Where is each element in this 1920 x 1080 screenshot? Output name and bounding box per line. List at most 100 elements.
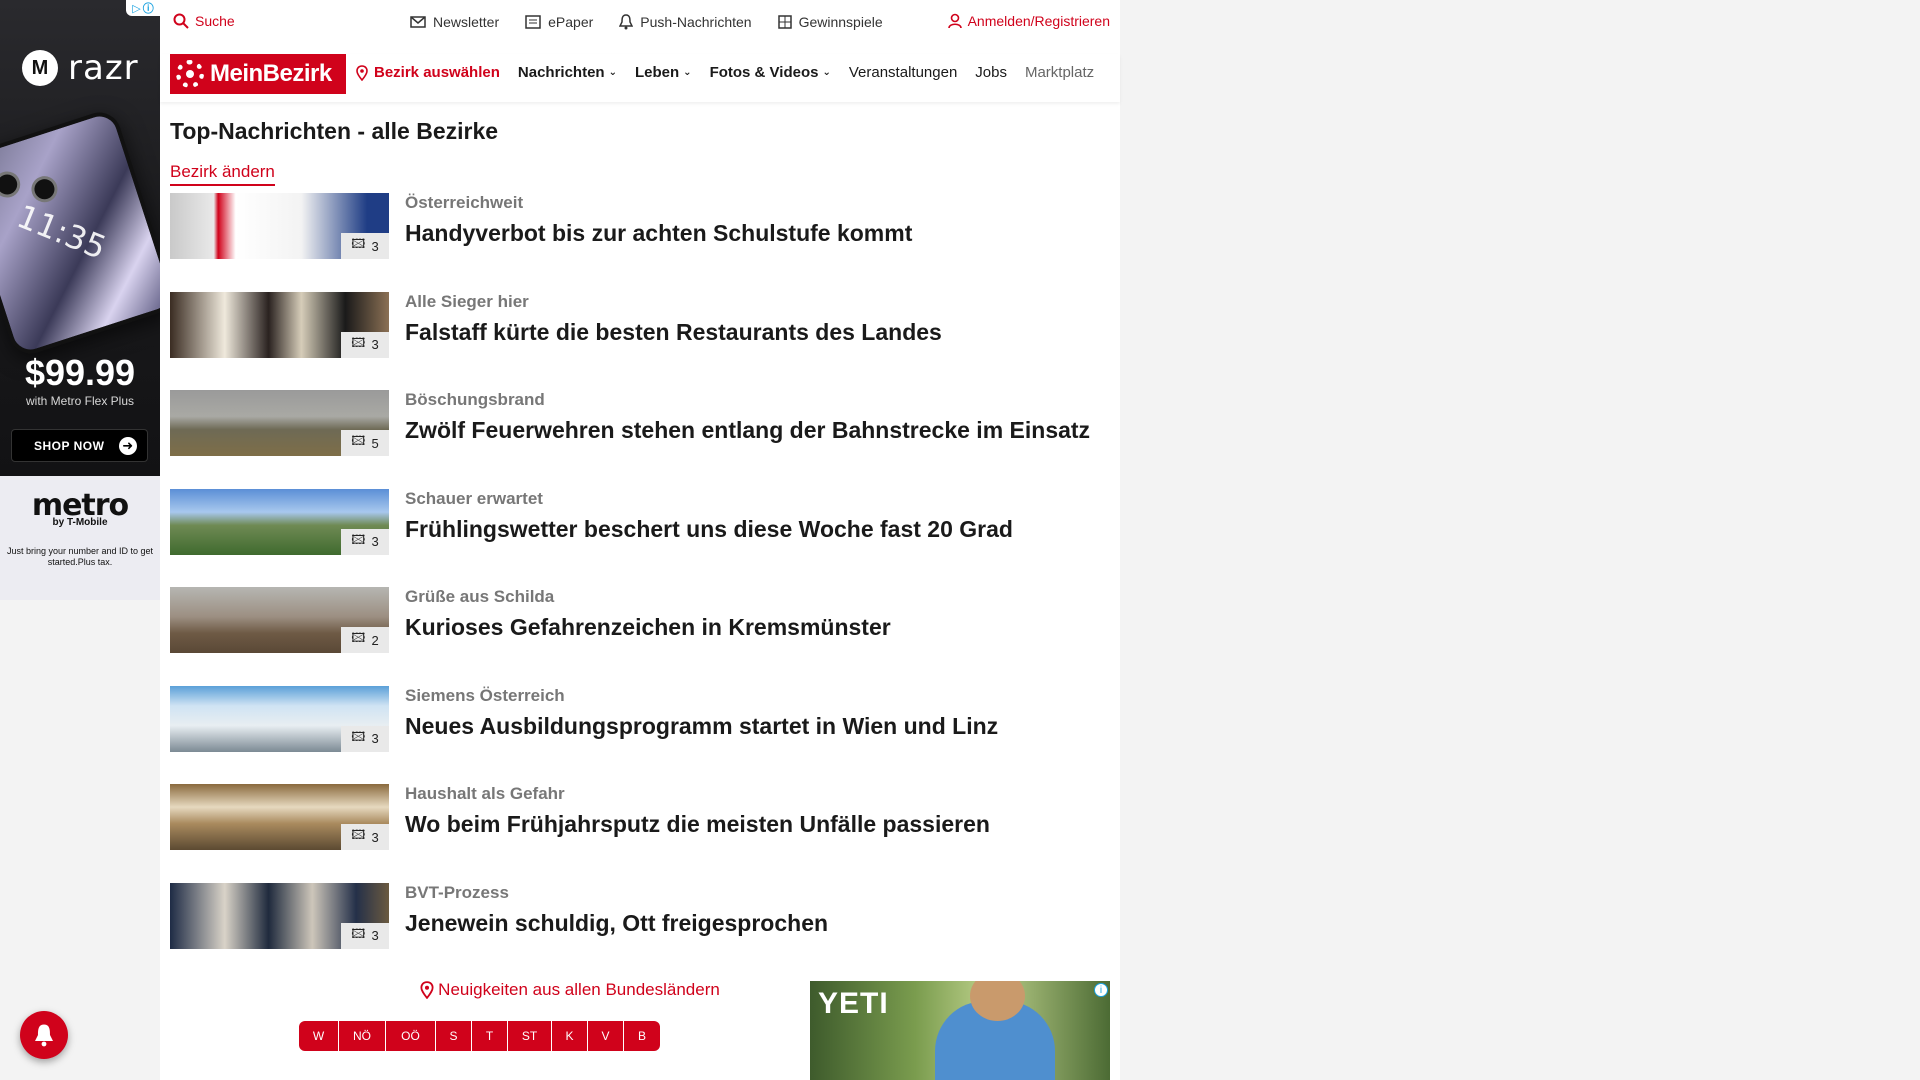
phone-clock: 11:35 <box>11 197 112 267</box>
image-count: 3 <box>371 829 379 845</box>
state-ooe[interactable]: OÖ <box>386 1021 436 1051</box>
article-item[interactable]: 🖾 3 Österreichweit Handyverbot bis zur ac… <box>170 193 1110 292</box>
article-headline[interactable]: Jenewein schuldig, Ott freigesprochen <box>405 910 828 937</box>
article-headline[interactable]: Neues Ausbildungsprogramm startet in Wie… <box>405 713 998 740</box>
state-b[interactable]: B <box>624 1021 660 1051</box>
arrow-right-icon: ➜ <box>119 436 137 455</box>
image-count: 3 <box>371 928 379 943</box>
nav-marktplatz[interactable]: Marktplatz <box>1025 64 1094 81</box>
info-icon[interactable]: i <box>1094 983 1108 997</box>
location-pin-icon <box>356 64 368 81</box>
article-item[interactable]: 🖾 3 Haushalt als Gefahr Wo beim Frühjahrs… <box>170 784 1110 883</box>
article-item[interactable]: 🖾 3 Schauer erwartet Frühlingswetter besc… <box>170 488 1110 588</box>
article-headline[interactable]: Wo beim Frühjahrsputz die meisten Unfäll… <box>405 811 990 838</box>
article-headline[interactable]: Handyverbot bis zur achten Schulstufe ko… <box>405 220 912 247</box>
gewinnspiele-label: Gewinnspiele <box>798 14 883 30</box>
push-label: Push-Nachrichten <box>640 14 752 30</box>
article-category: BVT-Prozess <box>405 882 509 902</box>
phone-image: 11:35 <box>0 106 160 360</box>
image-count: 3 <box>371 337 379 352</box>
gift-icon <box>777 15 792 29</box>
nav-jobs[interactable]: Jobs <box>975 64 1007 81</box>
article-item[interactable]: 🖾 3 Siemens Österreich Neues Ausbildungsp… <box>170 685 1110 785</box>
article-thumbnail[interactable]: 🖾 3 <box>170 291 389 358</box>
newsletter-link[interactable]: Newsletter <box>410 14 499 30</box>
image-count-badge: 🖾 5 <box>341 430 389 456</box>
article-category: Böschungsbrand <box>405 390 545 409</box>
site-logo[interactable]: MeinBezirk <box>170 54 346 94</box>
nav-leben[interactable]: Leben ⌄ <box>635 64 692 81</box>
search-label: Suche <box>195 13 235 29</box>
newsletter-label: Newsletter <box>433 14 500 30</box>
newspaper-icon <box>525 15 541 29</box>
article-item[interactable]: 🖾 3 BVT-Prozess Jenewein schuldig, Ott fr… <box>170 882 1110 982</box>
article-headline[interactable]: Zwölf Feuerwehren stehen entlang der Bah… <box>405 417 1090 444</box>
gallery-icon: 🖾 <box>351 236 366 251</box>
main-navigation: MeinBezirk Bezirk auswählen Nachrichten ⌄… <box>160 54 1120 102</box>
gallery-icon: 🖾 <box>351 630 366 645</box>
login-link[interactable]: Anmelden/Registrieren <box>947 13 1110 29</box>
bezirk-label: Bezirk auswählen <box>374 64 500 81</box>
metro-sub: by T-Mobile <box>52 517 108 528</box>
article-thumbnail[interactable]: 🖾 3 <box>170 784 389 850</box>
article-item[interactable]: 🖾 3 Alle Sieger hier Falstaff kürte die b… <box>170 291 1110 391</box>
article-category: Grüße aus Schilda <box>405 587 555 606</box>
article-item[interactable]: 🖾 2 Grüße aus Schilda Kurioses Gefahrenze… <box>170 587 1110 686</box>
bell-icon <box>619 14 634 30</box>
razr-logo: M razr <box>22 48 139 88</box>
search-link[interactable]: Suche <box>173 13 235 29</box>
adchoices-icon[interactable]: ▷ ⓘ <box>126 0 160 16</box>
mail-icon <box>410 16 426 28</box>
article-thumbnail[interactable]: 🖾 3 <box>170 882 389 949</box>
left-advertisement[interactable]: ▷ ⓘ M razr 11:35 $99.99 with Metro Flex P… <box>0 0 160 600</box>
article-thumbnail[interactable]: 🖾 5 <box>170 390 389 456</box>
state-selector: W NÖ OÖ S T ST K V B <box>299 1021 660 1051</box>
image-count-badge: 🖾 3 <box>341 922 389 949</box>
change-bezirk-link[interactable]: Bezirk ändern <box>170 162 275 186</box>
user-icon <box>947 13 962 29</box>
state-w[interactable]: W <box>299 1021 339 1051</box>
article-headline[interactable]: Kurioses Gefahrenzeichen in Kremsmünster <box>405 614 891 641</box>
article-headline[interactable]: Falstaff kürte die besten Restaurants de… <box>405 319 942 346</box>
nav-nachrichten-label: Nachrichten <box>517 64 605 81</box>
article-thumbnail[interactable]: 🖾 3 <box>170 488 389 555</box>
bundeslaender-link[interactable]: Neuigkeiten aus allen Bundesländern <box>320 980 820 1000</box>
article-thumbnail[interactable]: 🖾 2 <box>170 587 389 653</box>
image-count: 3 <box>371 534 379 549</box>
article-category: Siemens Österreich <box>405 685 565 705</box>
bezirk-select[interactable]: Bezirk auswählen <box>356 64 500 81</box>
article-thumbnail[interactable]: 🖾 3 <box>170 193 389 259</box>
nav-veranstaltungen[interactable]: Veranstaltungen <box>849 64 957 81</box>
logo-sun-icon <box>176 60 204 88</box>
gewinnspiele-link[interactable]: Gewinnspiele <box>777 14 883 30</box>
gallery-icon: 🖾 <box>351 531 366 547</box>
article-list: 🖾 3 Österreichweit Handyverbot bis zur ac… <box>170 193 1110 981</box>
state-v[interactable]: V <box>588 1021 624 1051</box>
bell-icon <box>35 1024 53 1047</box>
nav-fotos-videos[interactable]: Fotos & Videos ⌄ <box>710 64 831 81</box>
epaper-link[interactable]: ePaper <box>525 14 593 30</box>
shop-now-button[interactable]: SHOP NOW ➜ <box>11 429 148 462</box>
metro-panel: metro by T-Mobile Just bring your number… <box>0 476 160 600</box>
bottom-advertisement[interactable]: YETI i <box>810 981 1110 1080</box>
state-k[interactable]: K <box>552 1021 588 1051</box>
image-count-badge: 🖾 3 <box>341 528 389 555</box>
nav-fotos-label: Fotos & Videos <box>709 64 819 81</box>
image-count-badge: 🖾 3 <box>341 331 389 358</box>
state-t[interactable]: T <box>472 1021 508 1051</box>
push-link[interactable]: Push-Nachrichten <box>619 14 752 30</box>
chevron-down-icon: ⌄ <box>683 67 692 78</box>
notification-bell-button[interactable] <box>20 1011 68 1059</box>
state-st[interactable]: ST <box>508 1021 552 1051</box>
article-headline[interactable]: Frühlingswetter beschert uns diese Woche… <box>405 516 1013 543</box>
gallery-icon: 🖾 <box>351 925 366 941</box>
state-s[interactable]: S <box>436 1021 472 1051</box>
article-thumbnail[interactable]: 🖾 3 <box>170 685 389 752</box>
state-noe[interactable]: NÖ <box>339 1021 386 1051</box>
nav-leben-label: Leben <box>634 64 680 81</box>
bundeslaender-title: Neuigkeiten aus allen Bundesländern <box>438 980 720 999</box>
nav-nachrichten[interactable]: Nachrichten ⌄ <box>518 64 617 81</box>
image-count: 3 <box>371 238 379 254</box>
metro-note: Just bring your number and ID to get sta… <box>6 546 154 567</box>
article-item[interactable]: 🖾 5 Böschungsbrand Zwölf Feuerwehren steh… <box>170 390 1110 489</box>
